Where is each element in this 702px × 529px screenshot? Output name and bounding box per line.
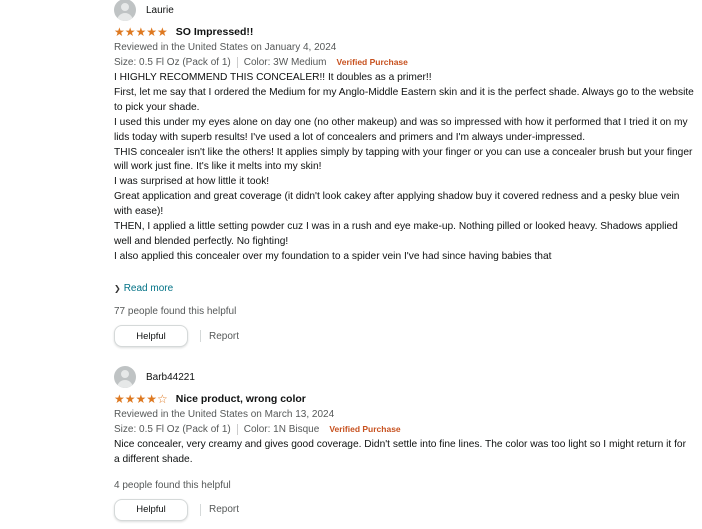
review-title[interactable]: SO Impressed!!: [176, 26, 254, 38]
review-date: Reviewed in the United States on January…: [114, 42, 337, 53]
variant-size[interactable]: Size: 0.5 Fl Oz (Pack of 1): [114, 422, 231, 437]
rating-line: ★★★★ ☆ Nice product, wrong color: [114, 391, 694, 407]
star-rating-icon[interactable]: ★★★★ ☆: [114, 393, 168, 405]
review-actions: Helpful Report: [114, 325, 694, 347]
rating-line: ★★★★★ SO Impressed!!: [114, 24, 694, 40]
divider: [236, 57, 238, 68]
reviewer-profile[interactable]: Barb44221: [114, 366, 694, 388]
variant-size[interactable]: Size: 0.5 Fl Oz (Pack of 1): [114, 55, 231, 70]
review-card: Barb44221 ★★★★ ☆ Nice product, wrong col…: [114, 366, 694, 521]
review-paragraph: THIS concealer isn't like the others! It…: [114, 146, 693, 173]
filled-stars: ★★★★★: [114, 25, 168, 39]
report-link[interactable]: Report: [209, 331, 239, 342]
verified-purchase-badge[interactable]: Verified Purchase: [329, 422, 400, 437]
avatar-icon: [114, 366, 136, 388]
empty-stars: ☆: [157, 392, 168, 406]
report-link[interactable]: Report: [209, 504, 239, 515]
reviewer-profile[interactable]: Laurie: [114, 0, 694, 21]
divider: [200, 503, 201, 516]
product-variant: Size: 0.5 Fl Oz (Pack of 1) Color: 3W Me…: [114, 55, 694, 70]
review-date: Reviewed in the United States on March 1…: [114, 409, 335, 420]
verified-purchase-badge[interactable]: Verified Purchase: [337, 55, 408, 70]
review-paragraph: Great application and great coverage (it…: [114, 191, 680, 218]
review-title[interactable]: Nice product, wrong color: [176, 393, 306, 405]
helpful-count: 4 people found this helpful: [114, 479, 231, 491]
review-paragraph: I used this under my eyes alone on day o…: [114, 116, 688, 143]
review-paragraph: Nice concealer, very creamy and gives go…: [114, 439, 686, 465]
helpful-count: 77 people found this helpful: [114, 306, 237, 317]
review-actions: Helpful Report: [114, 498, 694, 521]
helpful-button[interactable]: Helpful: [114, 325, 188, 347]
reviewer-name[interactable]: Barb44221: [146, 372, 195, 383]
helpful-button[interactable]: Helpful: [114, 498, 188, 521]
review-card: Laurie ★★★★★ SO Impressed!! Reviewed in …: [114, 0, 694, 347]
filled-stars: ★★★★: [114, 392, 158, 406]
reviewer-name[interactable]: Laurie: [146, 5, 174, 16]
review-body: Nice concealer, very creamy and gives go…: [114, 438, 694, 468]
review-paragraph: First, let me say that I ordered the Med…: [114, 86, 694, 113]
review-paragraph: I HIGHLY RECOMMEND THIS CONCEALER!! It d…: [114, 72, 432, 83]
chevron-down-icon: ❯: [114, 284, 121, 293]
review-paragraph: I was surprised at how little it took!: [114, 176, 270, 188]
product-variant: Size: 0.5 Fl Oz (Pack of 1) Color: 1N Bi…: [114, 422, 694, 437]
divider: [200, 330, 201, 342]
review-paragraph: I also applied this concealer over my fo…: [114, 250, 552, 262]
avatar-icon: [114, 0, 136, 21]
variant-color[interactable]: Color: 1N Bisque: [244, 422, 320, 437]
read-more-label: Read more: [123, 283, 174, 294]
review-body: I HIGHLY RECOMMEND THIS CONCEALER!! It d…: [114, 71, 694, 281]
review-paragraph: THEN, I applied a little setting powder …: [114, 221, 678, 247]
variant-color[interactable]: Color: 3W Medium: [244, 55, 327, 70]
star-rating-icon[interactable]: ★★★★★: [114, 26, 168, 38]
read-more-link[interactable]: ❯ Read more: [114, 283, 694, 294]
divider: [236, 424, 238, 435]
